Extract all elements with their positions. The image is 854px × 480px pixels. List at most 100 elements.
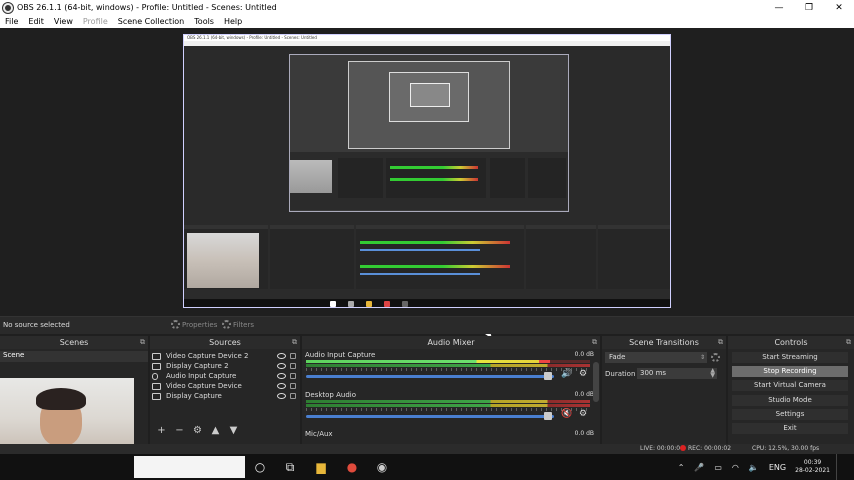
taskbar-search-box[interactable] — [134, 456, 245, 478]
eye-icon[interactable] — [277, 393, 286, 399]
nested-mixer-dock — [356, 225, 524, 289]
monitor-icon — [152, 362, 161, 370]
sources-header: Sources ⧉ — [150, 336, 300, 349]
chrome-icon[interactable]: ● — [344, 459, 360, 475]
undock-icon[interactable]: ⧉ — [592, 338, 597, 347]
webcam-person-hair — [36, 388, 86, 410]
volume-handle[interactable] — [544, 372, 552, 380]
nested-docks — [184, 225, 670, 307]
gear-icon[interactable] — [711, 353, 720, 362]
eye-icon[interactable] — [277, 383, 286, 389]
audio-mixer-dock: Audio Mixer ⧉ Audio Input Capture 0.0 dB… — [302, 336, 600, 444]
menu-file[interactable]: File — [0, 17, 23, 26]
scene-item[interactable]: Scene — [0, 351, 148, 362]
volume-icon[interactable]: 🔈 — [749, 463, 759, 472]
file-explorer-icon[interactable]: ▆ — [313, 459, 329, 475]
nested-mini-meter — [390, 178, 478, 181]
volume-handle[interactable] — [544, 412, 552, 420]
undock-icon[interactable]: ⧉ — [140, 338, 145, 347]
sources-title: Sources — [209, 338, 241, 347]
menu-view[interactable]: View — [49, 17, 78, 26]
battery-icon[interactable]: ▭ — [714, 463, 722, 472]
speaker-muted-icon[interactable]: 🔇 — [561, 409, 572, 419]
properties-button[interactable]: Properties — [171, 320, 217, 329]
menu-edit[interactable]: Edit — [23, 17, 49, 26]
nested-meter — [360, 241, 510, 244]
transitions-body: Fade ⇕ Duration 300 ms ▲ ▼ — [602, 349, 726, 444]
controls-dock: Controls ⧉ Start Streaming Stop Recordin… — [728, 336, 854, 444]
channel-db: 0.0 dB — [574, 351, 594, 358]
remove-source-button[interactable]: − — [174, 425, 185, 436]
lock-icon[interactable] — [290, 383, 296, 389]
task-view-icon[interactable]: ⧉ — [282, 459, 298, 475]
mixer-header: Audio Mixer ⧉ — [302, 336, 600, 349]
speaker-icon[interactable]: 🔊 — [561, 369, 572, 379]
windows-taskbar: ○ ⧉ ▆ ● ◉ ⌃ 🎤 ▭ ◠ 🔈 ENG 00:39 28-02-2021 — [0, 454, 854, 480]
source-item[interactable]: Display Capture 2 — [152, 361, 298, 371]
language-indicator[interactable]: ENG — [769, 463, 786, 472]
source-item[interactable]: Video Capture Device 2 — [152, 351, 298, 361]
maximize-button[interactable]: ❐ — [794, 0, 824, 15]
filter-icon — [222, 320, 231, 329]
minimize-button[interactable]: — — [764, 0, 794, 15]
menu-scene-collection[interactable]: Scene Collection — [113, 17, 190, 26]
clock[interactable]: 00:39 28-02-2021 — [795, 459, 830, 475]
cortana-icon[interactable]: ○ — [252, 459, 268, 475]
mixer-scrollbar[interactable] — [593, 362, 599, 402]
preview-canvas[interactable]: OBS 26.1.1 (64-bit, windows) - Profile: … — [183, 34, 671, 308]
start-streaming-button[interactable]: Start Streaming — [732, 352, 848, 363]
volume-slider[interactable] — [306, 415, 554, 418]
stop-recording-button[interactable]: Stop Recording — [732, 366, 848, 377]
eye-icon[interactable] — [277, 373, 286, 379]
add-source-button[interactable]: + — [156, 425, 167, 436]
nested-taskbar — [184, 299, 670, 307]
undock-icon[interactable]: ⧉ — [718, 338, 723, 347]
menu-tools[interactable]: Tools — [189, 17, 219, 26]
scenes-header: Scenes ⧉ — [0, 336, 148, 349]
studio-mode-button[interactable]: Studio Mode — [732, 395, 848, 406]
eye-icon[interactable] — [277, 363, 286, 369]
filters-button[interactable]: Filters — [222, 320, 254, 329]
source-item[interactable]: Video Capture Device — [152, 381, 298, 391]
show-desktop-button[interactable] — [836, 454, 854, 480]
volume-slider[interactable] — [306, 375, 554, 378]
start-virtual-camera-button[interactable]: Start Virtual Camera — [732, 380, 848, 391]
undock-icon[interactable]: ⧉ — [846, 338, 851, 347]
settings-button[interactable]: Settings — [732, 409, 848, 420]
sources-dock: Sources ⧉ Video Capture Device 2 Display… — [150, 336, 300, 444]
lock-icon[interactable] — [290, 363, 296, 369]
eye-icon[interactable] — [277, 353, 286, 359]
source-item[interactable]: Display Capture — [152, 391, 298, 401]
mixer-title: Audio Mixer — [427, 338, 475, 347]
menu-help[interactable]: Help — [219, 17, 247, 26]
duration-input[interactable]: 300 ms ▲ ▼ — [637, 368, 717, 379]
gear-icon[interactable]: ⚙ — [579, 369, 587, 379]
exit-button[interactable]: Exit — [732, 423, 848, 434]
source-name: Video Capture Device 2 — [166, 352, 249, 360]
microphone-icon[interactable]: 🎤 — [694, 463, 704, 472]
scenes-title: Scenes — [59, 338, 89, 347]
move-up-button[interactable]: ▲ — [210, 425, 221, 436]
preview-area[interactable]: OBS 26.1.1 (64-bit, windows) - Profile: … — [0, 28, 854, 342]
chevron-up-icon[interactable]: ⌃ — [678, 463, 685, 472]
menu-profile[interactable]: Profile — [78, 17, 113, 26]
lock-icon[interactable] — [290, 393, 296, 399]
nested-taskbar-icon — [348, 301, 354, 307]
close-button[interactable]: ✕ — [824, 0, 854, 15]
wifi-icon[interactable]: ◠ — [732, 463, 739, 472]
move-down-button[interactable]: ▼ — [228, 425, 239, 436]
gear-icon[interactable]: ⚙ — [579, 409, 587, 419]
controls-body: Start Streaming Stop Recording Start Vir… — [728, 349, 854, 444]
title-bar: OBS 26.1.1 (64-bit, windows) - Profile: … — [0, 0, 854, 15]
window-controls: — ❐ ✕ — [764, 0, 854, 15]
nested-taskbar-icon — [384, 301, 390, 307]
transition-select[interactable]: Fade ⇕ — [605, 352, 707, 363]
lock-icon[interactable] — [290, 373, 296, 379]
source-item[interactable]: Audio Input Capture — [152, 371, 298, 381]
undock-icon[interactable]: ⧉ — [292, 338, 297, 347]
lock-icon[interactable] — [290, 353, 296, 359]
obs-icon[interactable]: ◉ — [374, 459, 390, 475]
source-properties-button[interactable]: ⚙ — [192, 425, 203, 436]
stepper-icon[interactable]: ▲ ▼ — [710, 368, 715, 379]
nested-sources-dock — [270, 225, 354, 289]
